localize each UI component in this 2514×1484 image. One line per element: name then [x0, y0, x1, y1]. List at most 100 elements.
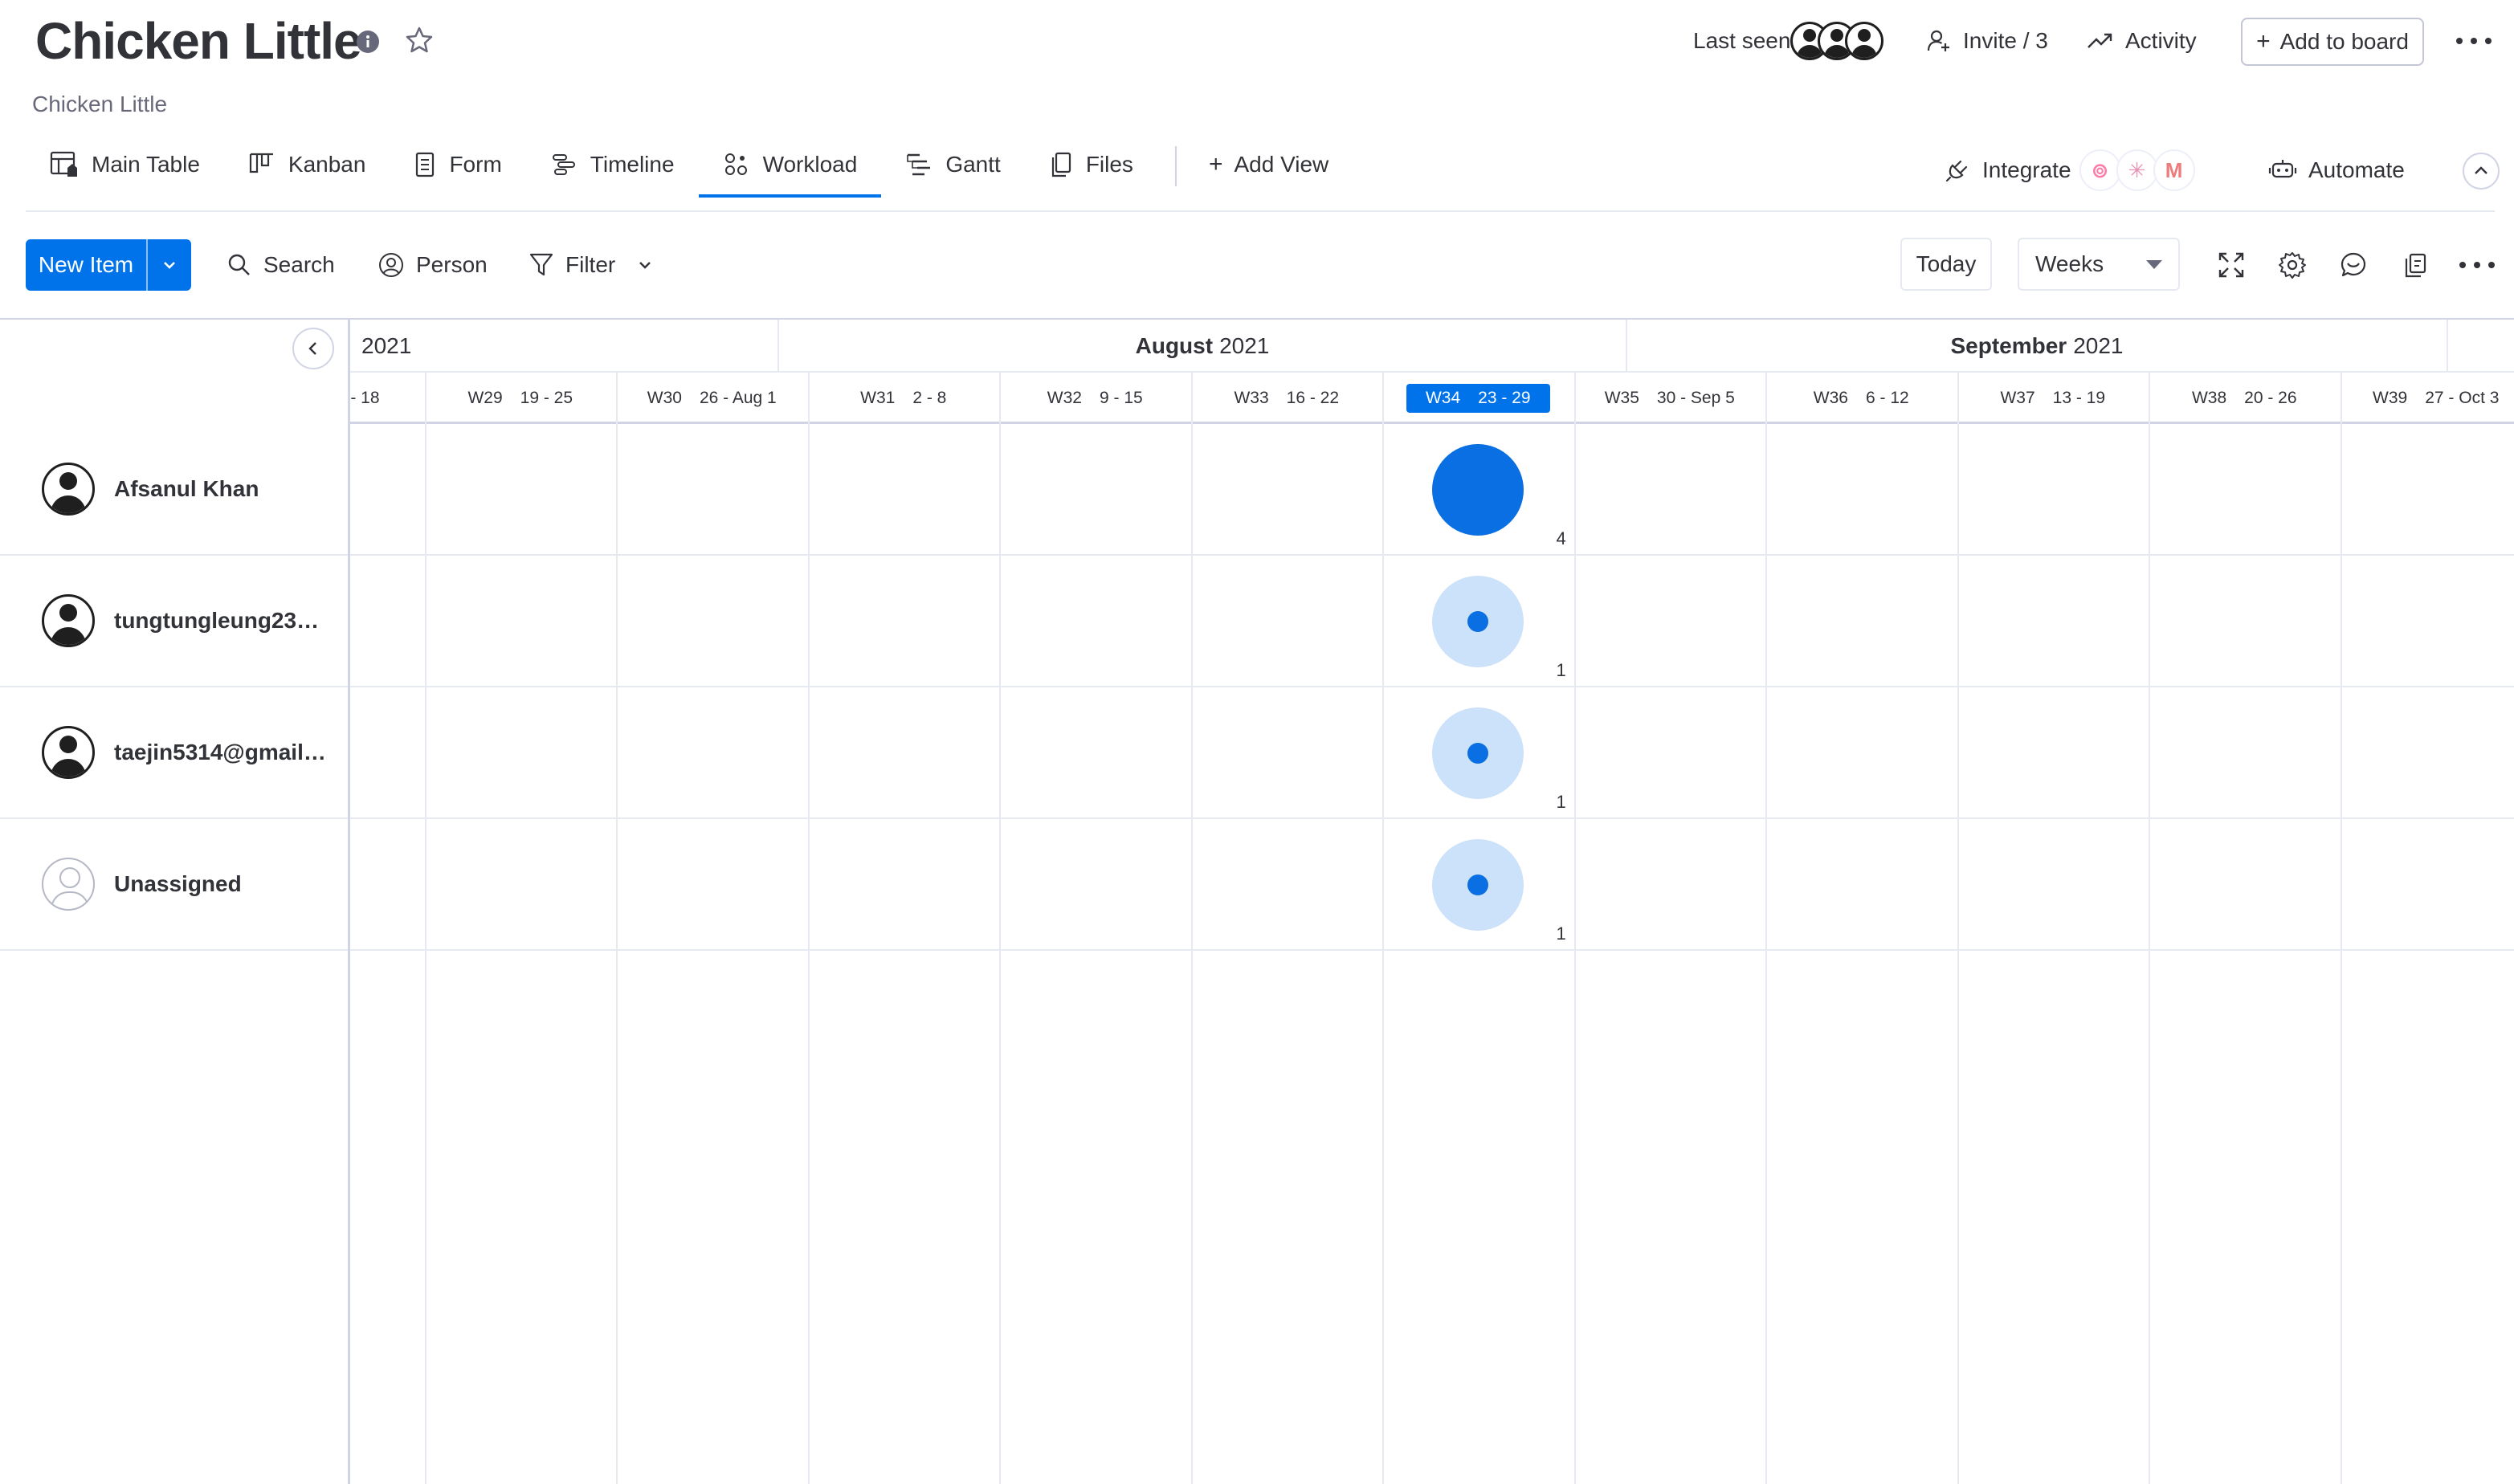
person-row[interactable]: taejin5314@gmail…	[0, 687, 348, 819]
collapse-column-button[interactable]	[292, 328, 334, 369]
automate-button[interactable]: Automate	[2268, 153, 2405, 188]
tab-label: Timeline	[590, 152, 675, 177]
activity-icon	[2088, 33, 2112, 48]
week-label: - 18	[350, 389, 380, 407]
tab-files[interactable]: Files	[1025, 132, 1157, 198]
add-to-board-label: Add to board	[2279, 29, 2409, 54]
chevron-down-icon[interactable]	[636, 256, 654, 274]
chat-icon[interactable]	[2337, 249, 2369, 281]
table-icon	[50, 151, 77, 177]
workload-bubble[interactable]	[1432, 444, 1524, 536]
add-person-icon	[1927, 30, 1949, 51]
person-name: Afsanul Khan	[114, 476, 259, 501]
tab-divider	[1174, 146, 1177, 186]
week-gridline	[1382, 373, 1384, 1484]
tab-gantt[interactable]: Gantt	[881, 132, 1024, 198]
workload-bubble[interactable]	[1432, 707, 1524, 799]
avatar[interactable]	[1845, 22, 1884, 60]
week-gridline	[807, 373, 810, 1484]
filter-icon	[529, 253, 553, 276]
workload-timeline[interactable]: 2021 August 2021 September 2021 - 18 W29 19 …	[350, 320, 2514, 1484]
timeline-icon	[552, 154, 575, 175]
activity-button[interactable]: Activity	[2087, 24, 2197, 58]
tab-main-table[interactable]: Main Table	[26, 132, 224, 198]
tab-workload[interactable]: Workload	[698, 132, 882, 198]
person-row[interactable]: Unassigned	[0, 819, 348, 951]
item-count: 4	[1556, 528, 1566, 548]
divider	[26, 210, 2495, 212]
board-title[interactable]: Chicken Little	[35, 10, 362, 72]
week-label: W38 20 - 26	[2191, 389, 2297, 407]
board-toolbar: New Item Search Person Filter Today Week…	[0, 238, 2514, 292]
info-icon[interactable]	[355, 29, 381, 55]
search-icon	[228, 254, 250, 275]
tab-label: Workload	[762, 152, 858, 177]
people-column: Afsanul Khan tungtungleung233… taejin531…	[0, 320, 350, 1484]
fullscreen-icon[interactable]	[2215, 249, 2247, 281]
person-row[interactable]: Afsanul Khan	[0, 424, 348, 556]
zoom-select[interactable]: Weeks	[2018, 238, 2180, 291]
automate-label: Automate	[2308, 157, 2405, 182]
week-header: - 18 W29 19 - 25 W30 26 - Aug 1 W31 2 - 8 W32 9 …	[350, 373, 2514, 424]
more-options-icon[interactable]	[2456, 27, 2492, 55]
week-label: W37 13 - 19	[2000, 389, 2106, 407]
plug-icon	[1945, 160, 1968, 182]
tab-label: Kanban	[288, 152, 366, 177]
person-filter-button[interactable]: Person	[378, 246, 488, 284]
settings-icon[interactable]	[2276, 249, 2308, 281]
tab-form[interactable]: Form	[390, 132, 525, 198]
share-icon[interactable]	[2398, 249, 2430, 281]
star-icon[interactable]	[403, 24, 435, 56]
zoom-value: Weeks	[2035, 251, 2104, 276]
invite-button[interactable]: Invite / 3	[1926, 24, 2048, 58]
item-count: 1	[1556, 792, 1566, 812]
search-label: Search	[263, 252, 335, 277]
board-header: Chicken Little Chicken Little Last seen …	[0, 0, 2514, 212]
filter-label: Filter	[565, 252, 616, 277]
person-row[interactable]: tungtungleung233…	[0, 556, 348, 687]
chevron-down-icon[interactable]	[148, 239, 191, 291]
gmail-icon: M	[2153, 149, 2195, 191]
tab-label: Form	[449, 152, 502, 177]
week-gridline	[1190, 373, 1193, 1484]
week-label: W33 16 - 22	[1234, 389, 1340, 407]
row-gridline	[350, 949, 2514, 951]
chevron-left-icon	[308, 342, 316, 355]
week-gridline	[424, 373, 426, 1484]
integrate-button[interactable]: Integrate ⊚ ✳ M	[1944, 149, 2195, 191]
week-label: W39 27 - Oct 3	[2373, 389, 2500, 407]
last-seen[interactable]: Last seen	[1693, 22, 1884, 60]
workload-icon	[724, 153, 747, 175]
week-label: W32 9 - 15	[1047, 389, 1143, 407]
workload-bubble[interactable]	[1432, 576, 1524, 667]
integration-apps[interactable]: ⊚ ✳ M	[2079, 149, 2195, 191]
workload-bubble[interactable]	[1432, 839, 1524, 931]
month-label: August 2021	[779, 320, 1627, 373]
tab-timeline[interactable]: Timeline	[526, 132, 699, 198]
app-integration-icon: ⊚	[2079, 149, 2121, 191]
filter-button[interactable]: Filter	[529, 246, 665, 284]
search-button[interactable]: Search	[227, 246, 335, 284]
item-count: 1	[1556, 660, 1566, 680]
new-item-label[interactable]: New Item	[26, 239, 146, 291]
new-item-button[interactable]: New Item	[26, 239, 191, 291]
week-label: W36 6 - 12	[1813, 389, 1909, 407]
plus-icon: +	[2256, 28, 2271, 55]
week-gridline	[1765, 373, 1767, 1484]
week-gridline	[616, 373, 618, 1484]
avatar	[42, 594, 95, 647]
robot-icon	[2268, 160, 2297, 178]
tab-kanban[interactable]: Kanban	[224, 132, 390, 198]
caret-down-icon	[2146, 259, 2162, 269]
today-button[interactable]: Today	[1900, 238, 1992, 291]
week-gridline	[1957, 373, 1959, 1484]
collapse-header-button[interactable]	[2463, 153, 2500, 190]
person-name: tungtungleung233…	[114, 608, 331, 633]
board-description[interactable]: Chicken Little	[32, 92, 167, 117]
row-gridline	[350, 686, 2514, 687]
tab-label: Main Table	[92, 152, 200, 177]
view-tabs: Main Table Kanban Form Timeline Workload…	[26, 145, 1343, 210]
add-to-board-button[interactable]: + Add to board	[2241, 18, 2424, 66]
more-options-icon[interactable]	[2459, 249, 2495, 281]
add-view-button[interactable]: + Add View	[1194, 132, 1343, 198]
